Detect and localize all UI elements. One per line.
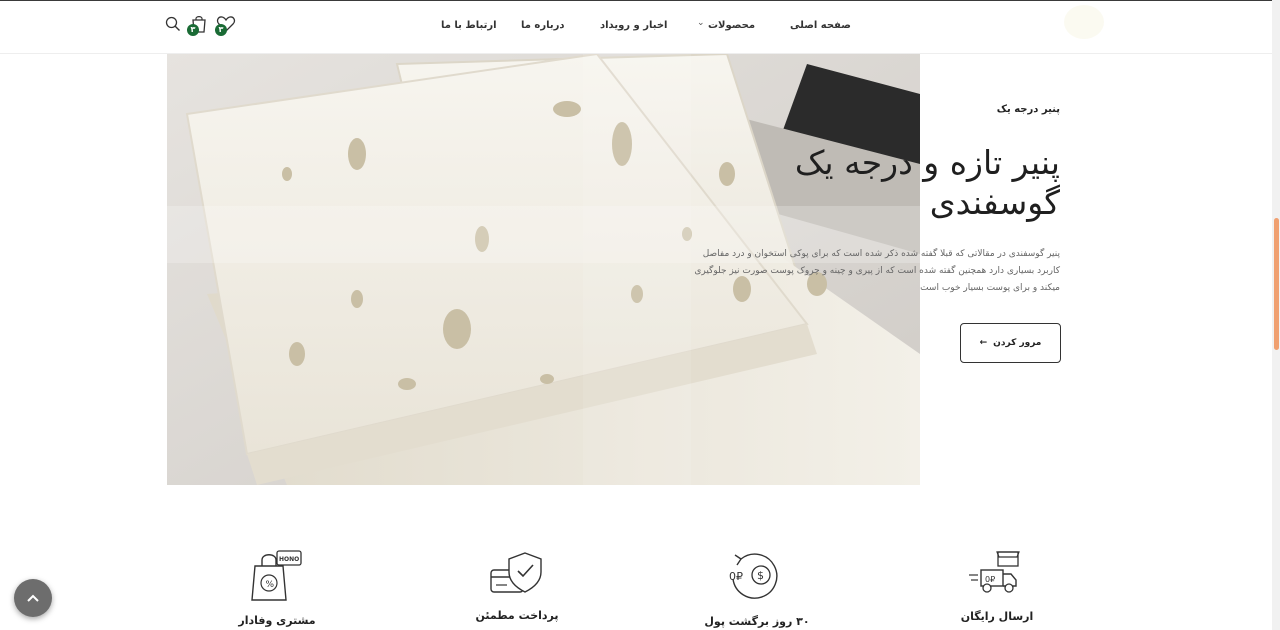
svg-text:0₽: 0₽ — [729, 570, 743, 583]
loyal-customer-icon: % HONO — [251, 550, 302, 601]
cart-count-badge: ۳ — [187, 24, 199, 36]
feature-free-shipping-label: ارسال رایگان — [960, 610, 1034, 623]
image-overlay-strip — [583, 54, 691, 485]
money-back-icon: $ 0₽ — [729, 553, 778, 599]
wishlist-button[interactable]: ۳ — [215, 15, 238, 36]
back-to-top-button[interactable] — [14, 579, 52, 617]
wishlist-count-badge: ۳ — [215, 24, 227, 36]
search-icon — [165, 16, 180, 31]
browse-button[interactable]: مرور کردن ← — [960, 323, 1061, 363]
nav-item-products[interactable]: محصولات — [708, 20, 755, 31]
secure-payment-icon — [490, 552, 542, 593]
chevron-up-icon — [27, 594, 39, 602]
logo[interactable] — [1064, 5, 1104, 39]
svg-text:HONO: HONO — [279, 556, 299, 563]
cart-button[interactable]: ۳ — [187, 15, 211, 37]
chevron-down-icon: ⌄ — [697, 18, 705, 28]
feature-loyal-customer-label: مشتری وفادار — [238, 614, 316, 627]
nav-item-contact[interactable]: ارتباط با ما — [441, 20, 497, 31]
feature-secure-payment — [447, 550, 587, 596]
free-shipping-icon: 0₽ — [969, 551, 1020, 593]
hero-title: پنیر تازه و درجه یک گوسفندی — [794, 143, 1060, 222]
hero-description: پنیر گوسفندی در مقالاتی که قبلا گفته شده… — [694, 249, 1060, 293]
browse-button-label: مرور کردن — [993, 338, 1042, 348]
svg-text:$: $ — [757, 569, 764, 582]
scrollbar-thumb[interactable] — [1274, 218, 1279, 350]
nav-item-home[interactable]: صفحه اصلی — [790, 20, 851, 31]
svg-text:%: % — [266, 580, 275, 590]
nav-item-news[interactable]: اخبار و رویداد — [600, 20, 667, 31]
feature-money-back: $ 0₽ — [685, 549, 825, 601]
feature-free-shipping: 0₽ — [926, 549, 1066, 595]
arrow-left-icon: ← — [979, 338, 988, 348]
nav-item-about[interactable]: درباره ما — [521, 20, 565, 31]
feature-money-back-label: ۳۰ روز برگشت پول — [704, 615, 810, 628]
svg-text:0₽: 0₽ — [985, 575, 995, 584]
search-button[interactable] — [165, 16, 183, 34]
site-header: صفحه اصلی محصولات ⌄ اخبار و رویداد دربار… — [0, 1, 1272, 54]
feature-secure-payment-label: پرداخت مطمئن — [475, 609, 559, 622]
feature-loyal-customer: % HONO — [207, 548, 347, 602]
hero-eyebrow: پنیر درجه یک — [996, 104, 1060, 115]
